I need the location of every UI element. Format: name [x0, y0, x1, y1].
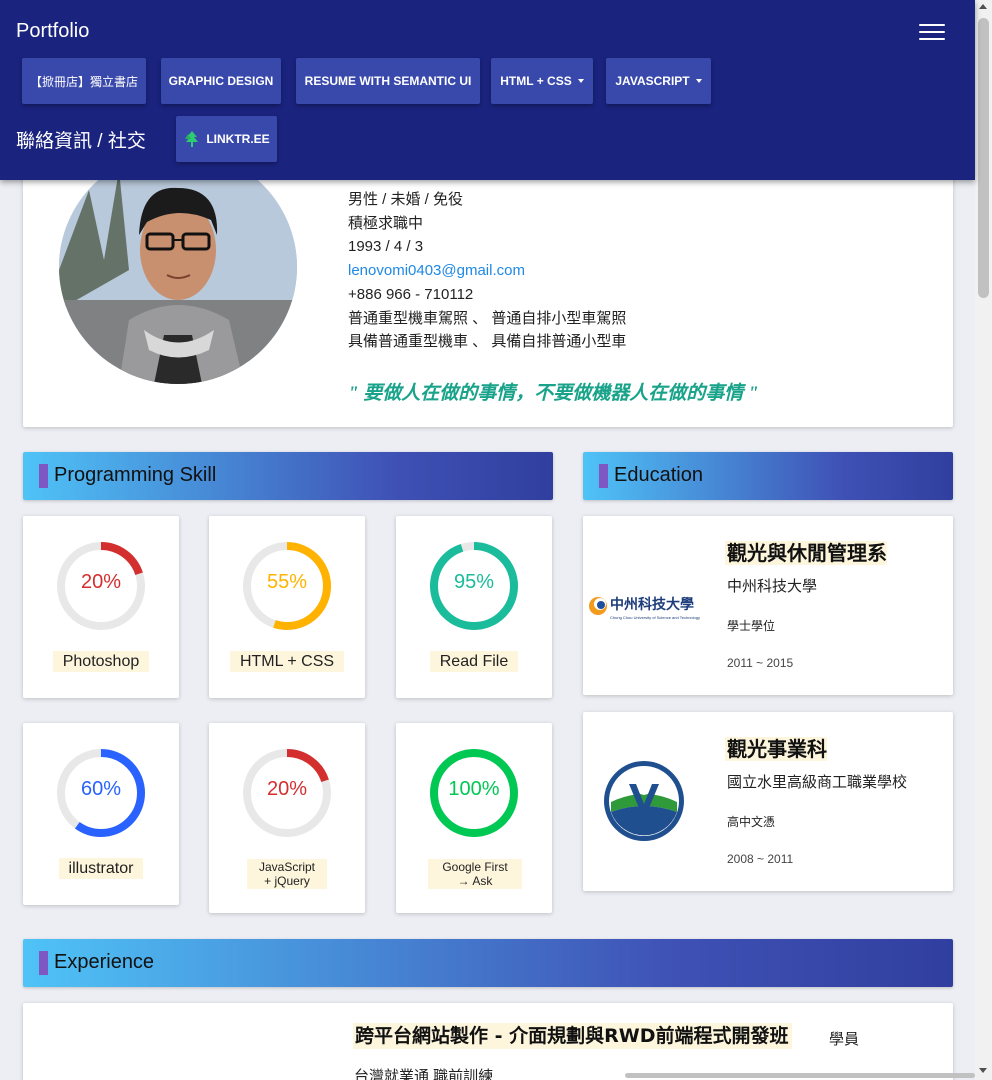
linktree-label: LINKTR.EE [206, 132, 270, 146]
profile-birthday: 1993 / 4 / 3 [348, 238, 424, 256]
section-accent-bar [39, 951, 48, 975]
nav-item-graphic-design[interactable]: GRAPHIC DESIGN [161, 58, 281, 104]
caret-down-icon [695, 79, 702, 83]
skill-name: JavaScript + jQuery [247, 859, 327, 889]
skill-percent: 60% [80, 778, 122, 800]
nav-item-label: HTML + CSS [500, 74, 572, 88]
linktree-icon [185, 131, 199, 147]
university-logo-subtext: Chung Chou University of Science and Tec… [610, 615, 700, 620]
experience-role: 學員 [829, 1031, 860, 1048]
skill-label: illustrator [23, 858, 179, 879]
profile-email-link[interactable]: lenovomi0403@gmail.com [348, 259, 626, 283]
nav-item-label: 【掀冊店】獨立書店 [29, 74, 138, 89]
vertical-scrollbar[interactable] [975, 0, 992, 1080]
skill-percent: 20% [266, 778, 308, 800]
experience-card: 跨平台網站製作 - 介面規劃與RWD前端程式開發班 學員 台灣就業通 職前訓練 [23, 1003, 953, 1080]
skill-percent: 95% [453, 571, 495, 593]
profile-info: 男性 / 未婚 / 免役 積極求職中 1993 / 4 / 3 lenovomi… [348, 188, 626, 354]
education-degree: 學士學位 [727, 619, 776, 633]
education-years: 2011 ~ 2015 [727, 656, 794, 670]
skill-percent: 55% [266, 571, 308, 593]
profile-phone: +886 966 - 710112 [348, 285, 474, 303]
skill-card-html-css: 55% HTML + CSS [209, 516, 365, 698]
skill-card-google: 100% Google First → Ask [396, 723, 552, 913]
top-navbar: Portfolio 【掀冊店】獨立書店 GRAPHIC DESIGN RESUM… [0, 0, 975, 180]
skill-name: Photoshop [52, 651, 150, 672]
skill-card-read-file: 95% Read File [396, 516, 552, 698]
nav-item-label: RESUME WITH SEMANTIC UI [304, 74, 472, 88]
education-department: 觀光與休閒管理系 [725, 541, 887, 565]
section-header-experience: Experience [23, 939, 953, 987]
skill-name: illustrator [58, 858, 144, 879]
education-department: 觀光事業科 [725, 737, 827, 761]
brand-title[interactable]: Portfolio [16, 20, 89, 43]
education-school: 國立水里高級商工職業學校 [727, 774, 908, 791]
experience-title: 跨平台網站製作 - 介面規劃與RWD前端程式開發班 [353, 1023, 793, 1049]
profile-avatar [59, 150, 297, 384]
profile-card: 男性 / 未婚 / 免役 積極求職中 1993 / 4 / 3 lenovomi… [23, 150, 953, 427]
skill-label: HTML + CSS [209, 651, 365, 672]
contact-label: 聯絡資訊 / 社交 [16, 131, 146, 152]
university-logo: 中州科技大學 Chung Chou University of Science … [588, 594, 700, 624]
skill-name: Google First → Ask [428, 859, 522, 889]
scrollbar-thumb[interactable] [978, 18, 989, 298]
skill-percent: 20% [80, 571, 122, 593]
skill-label: Photoshop [23, 651, 179, 672]
education-card-university: 中州科技大學 Chung Chou University of Science … [583, 516, 953, 695]
education-card-highschool: 觀光事業科 國立水里高級商工職業學校 高中文憑 2008 ~ 2011 [583, 712, 953, 891]
skill-card-javascript: 20% JavaScript + jQuery [209, 723, 365, 913]
section-accent-bar [39, 464, 48, 488]
experience-organization: 台灣就業通 職前訓練 [354, 1068, 494, 1080]
skill-name: HTML + CSS [229, 651, 345, 672]
scroll-down-arrow-icon[interactable] [979, 1068, 987, 1073]
caret-down-icon [577, 79, 584, 83]
section-accent-bar [599, 464, 608, 488]
profile-vehicle: 具備普通重型機車 、 具備自排普通小型車 [348, 333, 627, 351]
skill-label: Read File [396, 651, 552, 672]
profile-gender-status: 男性 / 未婚 / 免役 [348, 191, 464, 208]
section-header-skills: Programming Skill [23, 452, 553, 500]
nav-item-label: GRAPHIC DESIGN [168, 74, 274, 88]
scroll-up-arrow-icon[interactable] [979, 4, 987, 9]
education-school: 中州科技大學 [727, 578, 818, 595]
nav-dropdown-javascript[interactable]: JAVASCRIPT [606, 58, 711, 104]
skill-name: Read File [429, 651, 519, 672]
nav-item-label: JAVASCRIPT [615, 74, 690, 88]
linktree-button[interactable]: LINKTR.EE [176, 116, 277, 162]
section-header-education: Education [583, 452, 953, 500]
profile-license: 普通重型機車駕照 、 普通自排小型車駕照 [348, 309, 627, 327]
hamburger-menu-icon[interactable] [919, 22, 945, 42]
section-title: Programming Skill [54, 464, 217, 486]
section-title: Experience [54, 951, 155, 973]
nav-item-bookstore[interactable]: 【掀冊店】獨立書店 [22, 58, 146, 104]
horizontal-scrollbar-thumb[interactable] [625, 1073, 975, 1078]
skill-percent: 100% [448, 778, 500, 800]
section-title: Education [614, 464, 703, 486]
profile-job-status: 積極求職中 [348, 214, 424, 232]
nav-dropdown-html-css[interactable]: HTML + CSS [491, 58, 593, 104]
skill-card-photoshop: 20% Photoshop [23, 516, 179, 698]
education-years: 2008 ~ 2011 [727, 852, 794, 866]
university-logo-text: 中州科技大學 [610, 597, 694, 613]
education-degree: 高中文憑 [727, 815, 776, 829]
skill-label: JavaScript + jQuery [247, 859, 327, 889]
highschool-logo-icon [604, 761, 684, 841]
skill-card-illustrator: 60% illustrator [23, 723, 179, 905]
skill-label: Google First → Ask [428, 859, 522, 889]
nav-item-resume[interactable]: RESUME WITH SEMANTIC UI [296, 58, 480, 104]
profile-quote: " 要做人在做的事情，不要做機器人在做的事情 " [348, 383, 759, 404]
